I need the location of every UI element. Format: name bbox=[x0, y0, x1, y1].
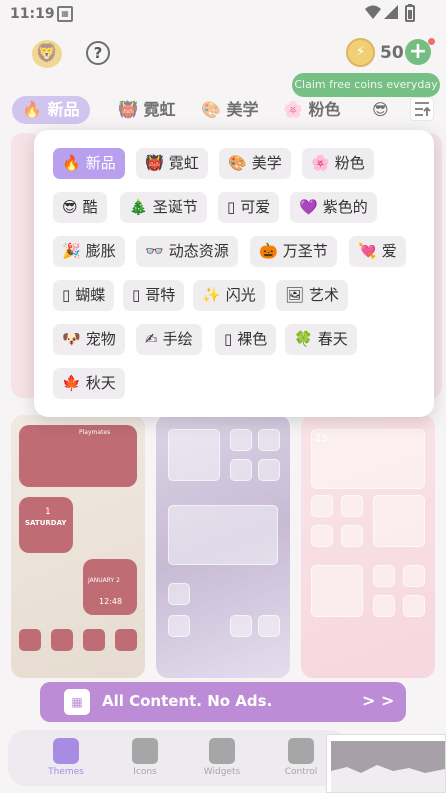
pumpkin-icon: 🎃 bbox=[259, 242, 278, 260]
category-popup: 🔥 新品 👹 霓虹 🎨 美学 🌸 粉色 😎 酷 🎄 圣诞节 ▯ 可爱 💜 紫色的 🎉 膨胀 👓 动态… bbox=[34, 130, 434, 417]
chip-label: 可爱 bbox=[240, 198, 271, 216]
placeholder-icon: ▯ bbox=[62, 286, 71, 304]
category-chip-purple[interactable]: 💜 紫色的 bbox=[290, 192, 377, 223]
chip-label: 春天 bbox=[317, 330, 348, 348]
category-chip-cool[interactable]: 😎 酷 bbox=[53, 192, 107, 223]
dog-icon: 🐶 bbox=[62, 330, 81, 348]
placeholder-icon: ▯ bbox=[224, 330, 233, 348]
category-chip-sparkle[interactable]: ✨ 闪光 bbox=[193, 280, 265, 311]
category-chip-love[interactable]: 💘 爱 bbox=[349, 236, 406, 267]
category-chip-pink[interactable]: 🌸 粉色 bbox=[302, 148, 374, 179]
chip-label: 爱 bbox=[381, 242, 397, 260]
chip-label: 裸色 bbox=[237, 330, 268, 348]
chip-label: 粉色 bbox=[334, 154, 365, 172]
category-chip-aesthetic[interactable]: 🎨 美学 bbox=[219, 148, 291, 179]
ogre-icon: 👹 bbox=[145, 154, 164, 172]
flower-icon: 🌸 bbox=[311, 154, 330, 172]
placeholder-icon: ▯ bbox=[227, 198, 236, 216]
chip-label: 万圣节 bbox=[282, 242, 328, 260]
chip-label: 闪光 bbox=[225, 286, 256, 304]
category-chip-neon[interactable]: 👹 霓虹 bbox=[136, 148, 208, 179]
category-chip-cute[interactable]: ▯ 可爱 bbox=[218, 192, 280, 223]
sparkle-icon: ✨ bbox=[202, 286, 221, 304]
category-chip-dynamic[interactable]: 👓 动态资源 bbox=[136, 236, 238, 267]
category-chip-pets[interactable]: 🐶 宠物 bbox=[53, 324, 125, 355]
category-chip-butterfly[interactable]: ▯ 蝴蝶 bbox=[53, 280, 115, 311]
chip-label: 蝴蝶 bbox=[75, 286, 106, 304]
chip-label: 艺术 bbox=[309, 286, 340, 304]
chip-label: 宠物 bbox=[85, 330, 116, 348]
category-chip-halloween[interactable]: 🎃 万圣节 bbox=[250, 236, 337, 267]
category-chip-nude[interactable]: ▯ 裸色 bbox=[215, 324, 277, 355]
chip-label: 圣诞节 bbox=[152, 198, 198, 216]
heart-arrow-icon: 💘 bbox=[358, 242, 377, 260]
tree-icon: 🎄 bbox=[129, 198, 148, 216]
chip-label: 膨胀 bbox=[85, 242, 116, 260]
sunglasses-icon: 😎 bbox=[62, 198, 78, 216]
category-chip-spring[interactable]: 🍀 春天 bbox=[285, 324, 357, 355]
pen-icon: ✍ bbox=[145, 330, 158, 348]
party-icon: 🎉 bbox=[62, 242, 81, 260]
category-chip-art[interactable]: 🖼 艺术 bbox=[276, 280, 349, 311]
fire-icon: 🔥 bbox=[62, 154, 81, 172]
chip-label: 秋天 bbox=[85, 374, 116, 392]
chip-label: 动态资源 bbox=[168, 242, 229, 260]
purple-heart-icon: 💜 bbox=[299, 198, 318, 216]
clover-icon: 🍀 bbox=[294, 330, 313, 348]
glasses-icon: 👓 bbox=[145, 242, 164, 260]
chip-label: 霓虹 bbox=[168, 154, 199, 172]
category-chip-autumn[interactable]: 🍁 秋天 bbox=[53, 368, 125, 399]
chip-label: 酷 bbox=[82, 198, 98, 216]
chip-label: 紫色的 bbox=[322, 198, 368, 216]
placeholder-icon: ▯ bbox=[132, 286, 141, 304]
chip-label: 新品 bbox=[85, 154, 116, 172]
chip-label: 美学 bbox=[251, 154, 282, 172]
maple-leaf-icon: 🍁 bbox=[62, 374, 81, 392]
picture-icon: 🖼 bbox=[285, 286, 305, 304]
category-chip-inflate[interactable]: 🎉 膨胀 bbox=[53, 236, 125, 267]
chip-label: 哥特 bbox=[145, 286, 176, 304]
category-chip-christmas[interactable]: 🎄 圣诞节 bbox=[120, 192, 207, 223]
category-chip-new[interactable]: 🔥 新品 bbox=[53, 148, 125, 179]
chip-label: 手绘 bbox=[162, 330, 193, 348]
category-chip-gothic[interactable]: ▯ 哥特 bbox=[123, 280, 185, 311]
category-chip-handdrawn[interactable]: ✍ 手绘 bbox=[136, 324, 202, 355]
palette-icon: 🎨 bbox=[228, 154, 247, 172]
